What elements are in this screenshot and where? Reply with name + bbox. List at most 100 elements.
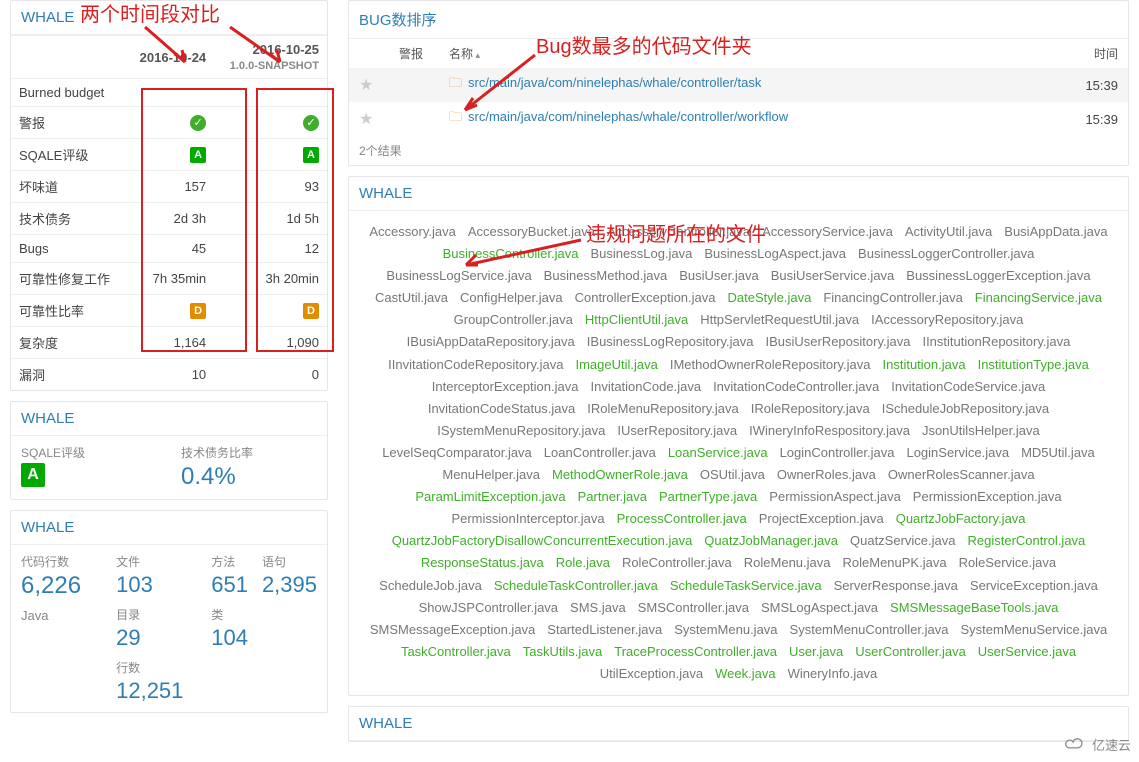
file-link[interactable]: RegisterControl.java (968, 530, 1086, 552)
file-link[interactable]: ServiceException.java (970, 575, 1098, 597)
bug-path[interactable]: src/main/java/com/ninelephas/whale/contr… (468, 75, 761, 90)
file-link[interactable]: InvitationCode.java (590, 376, 701, 398)
file-link[interactable]: LoanService.java (668, 442, 768, 464)
file-link[interactable]: BusiUserService.java (771, 265, 895, 287)
star-icon[interactable]: ★ (359, 111, 373, 128)
file-link[interactable]: IBusiUserRepository.java (765, 331, 910, 353)
file-link[interactable]: AccessoryService.java (762, 221, 893, 243)
file-link[interactable]: InvitationCodeStatus.java (428, 398, 575, 420)
col-name[interactable]: 名称 (449, 45, 1058, 62)
file-link[interactable]: PartnerType.java (659, 486, 757, 508)
file-link[interactable]: PermissionAspect.java (769, 486, 901, 508)
file-link[interactable]: PermissionException.java (913, 486, 1062, 508)
file-link[interactable]: BusiAppData.java (1004, 221, 1107, 243)
file-link[interactable]: RoleService.java (959, 552, 1057, 574)
file-link[interactable]: Week.java (715, 663, 775, 685)
file-link[interactable]: StartedListener.java (547, 619, 662, 641)
bug-row[interactable]: ★🗀src/main/java/com/ninelephas/whale/con… (349, 68, 1128, 102)
file-link[interactable]: ScheduleTaskController.java (494, 575, 658, 597)
file-link[interactable]: SystemMenuController.java (790, 619, 949, 641)
file-link[interactable]: Partner.java (578, 486, 647, 508)
file-link[interactable]: OwnerRoles.java (777, 464, 876, 486)
file-link[interactable]: TraceProcessController.java (614, 641, 777, 663)
file-link[interactable]: JsonUtilsHelper.java (922, 420, 1040, 442)
dirs-value[interactable]: 29 (116, 625, 193, 651)
file-link[interactable]: IScheduleJobRepository.java (882, 398, 1049, 420)
file-link[interactable]: FinancingService.java (975, 287, 1102, 309)
classes-value[interactable]: 104 (211, 625, 248, 651)
file-link[interactable]: IBusinessLogRepository.java (587, 331, 754, 353)
file-link[interactable]: HttpServletRequestUtil.java (700, 309, 859, 331)
file-link[interactable]: QuartzJobFactory.java (896, 508, 1026, 530)
file-link[interactable]: ParamLimitException.java (415, 486, 565, 508)
lines-value[interactable]: 12,251 (116, 678, 193, 704)
file-link[interactable]: SMS.java (570, 597, 626, 619)
file-link[interactable]: MethodOwnerRole.java (552, 464, 688, 486)
file-link[interactable]: SMSLogAspect.java (761, 597, 878, 619)
file-link[interactable]: ControllerException.java (575, 287, 716, 309)
file-link[interactable]: UserService.java (978, 641, 1076, 663)
file-link[interactable]: IMethodOwnerRoleRepository.java (670, 354, 871, 376)
file-link[interactable]: BussinessLoggerException.java (906, 265, 1090, 287)
file-link[interactable]: Accessory.java (369, 221, 455, 243)
file-link[interactable]: IUserRepository.java (617, 420, 737, 442)
file-link[interactable]: UtilException.java (600, 663, 703, 685)
file-link[interactable]: BusinessController.java (443, 243, 579, 265)
loc-value[interactable]: 6,226 (21, 572, 98, 600)
file-link[interactable]: AccessoryController.java (607, 221, 750, 243)
file-link[interactable]: SMSController.java (638, 597, 749, 619)
file-link[interactable]: SMSMessageException.java (370, 619, 535, 641)
file-link[interactable]: RoleController.java (622, 552, 732, 574)
file-link[interactable]: ResponseStatus.java (421, 552, 544, 574)
file-link[interactable]: UserController.java (855, 641, 966, 663)
file-link[interactable]: IAccessoryRepository.java (871, 309, 1023, 331)
bug-row[interactable]: ★🗀src/main/java/com/ninelephas/whale/con… (349, 102, 1128, 136)
file-link[interactable]: InvitationCodeService.java (891, 376, 1045, 398)
file-link[interactable]: MD5Util.java (1021, 442, 1095, 464)
col-warn[interactable]: 警报 (399, 45, 449, 62)
file-link[interactable]: HttpClientUtil.java (585, 309, 688, 331)
file-link[interactable]: OSUtil.java (700, 464, 765, 486)
file-link[interactable]: Role.java (556, 552, 610, 574)
file-link[interactable]: IRoleMenuRepository.java (587, 398, 739, 420)
file-link[interactable]: LoginController.java (780, 442, 895, 464)
file-link[interactable]: WineryInfo.java (788, 663, 878, 685)
stmt-value[interactable]: 2,395 (262, 572, 317, 598)
file-link[interactable]: QuatzJobManager.java (704, 530, 838, 552)
file-link[interactable]: BusiUser.java (679, 265, 758, 287)
file-link[interactable]: ConfigHelper.java (460, 287, 563, 309)
col-time[interactable]: 时间 (1058, 45, 1118, 62)
file-link[interactable]: RoleMenu.java (744, 552, 831, 574)
file-link[interactable]: RoleMenuPK.java (843, 552, 947, 574)
file-link[interactable]: LevelSeqComparator.java (382, 442, 532, 464)
file-link[interactable]: Institution.java (882, 354, 965, 376)
file-link[interactable]: IBusiAppDataRepository.java (407, 331, 575, 353)
file-link[interactable]: LoginService.java (906, 442, 1009, 464)
file-link[interactable]: BusinessLogAspect.java (704, 243, 846, 265)
debt-value[interactable]: 0.4% (181, 463, 317, 491)
methods-value[interactable]: 651 (211, 572, 248, 598)
file-link[interactable]: MenuHelper.java (442, 464, 540, 486)
file-link[interactable]: DateStyle.java (728, 287, 812, 309)
file-link[interactable]: ShowJSPController.java (419, 597, 558, 619)
file-link[interactable]: ProjectException.java (759, 508, 884, 530)
file-link[interactable]: BusinessLog.java (590, 243, 692, 265)
file-link[interactable]: TaskUtils.java (523, 641, 602, 663)
file-link[interactable]: AccessoryBucket.java (468, 221, 595, 243)
file-link[interactable]: FinancingController.java (823, 287, 962, 309)
file-link[interactable]: CastUtil.java (375, 287, 448, 309)
file-link[interactable]: ISystemMenuRepository.java (437, 420, 605, 442)
bug-path[interactable]: src/main/java/com/ninelephas/whale/contr… (468, 109, 788, 124)
file-link[interactable]: BusinessMethod.java (544, 265, 668, 287)
file-link[interactable]: BusinessLoggerController.java (858, 243, 1034, 265)
file-link[interactable]: ScheduleTaskService.java (670, 575, 822, 597)
file-link[interactable]: InstitutionType.java (978, 354, 1089, 376)
file-link[interactable]: User.java (789, 641, 843, 663)
file-link[interactable]: PermissionInterceptor.java (451, 508, 604, 530)
file-link[interactable]: SMSMessageBaseTools.java (890, 597, 1058, 619)
file-link[interactable]: OwnerRolesScanner.java (888, 464, 1035, 486)
file-link[interactable]: ScheduleJob.java (379, 575, 482, 597)
file-link[interactable]: IInvitationCodeRepository.java (388, 354, 563, 376)
files-value[interactable]: 103 (116, 572, 193, 598)
file-link[interactable]: InvitationCodeController.java (713, 376, 879, 398)
